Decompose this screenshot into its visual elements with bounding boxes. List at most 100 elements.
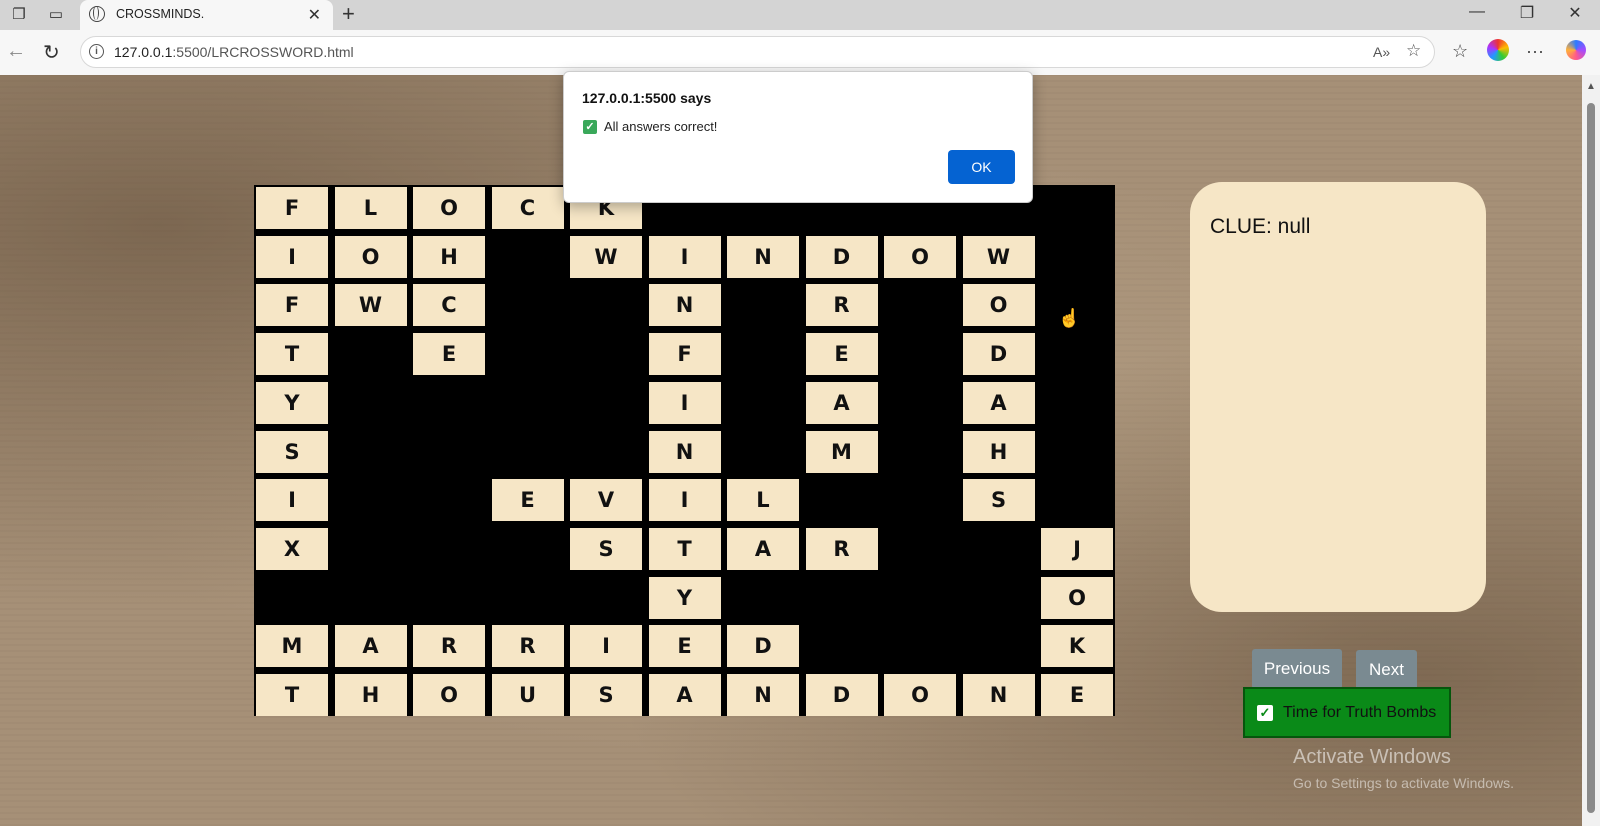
grid-cell[interactable]: Y (256, 381, 328, 424)
grid-cell[interactable]: A (805, 381, 878, 424)
grid-cell[interactable]: I (648, 235, 721, 278)
grid-cell[interactable]: I (570, 625, 642, 668)
grid-cell[interactable]: K (1041, 625, 1113, 668)
tab-actions-icon[interactable]: ▭ (45, 4, 67, 26)
grid-cell[interactable]: E (1041, 674, 1113, 716)
reload-icon[interactable]: ↻ (43, 40, 60, 65)
grid-cell[interactable]: C (491, 187, 564, 229)
grid-cell[interactable]: N (727, 674, 799, 716)
new-tab-icon[interactable]: + (342, 1, 355, 27)
checkbox-icon: ✓ (1257, 705, 1273, 721)
grid-cell[interactable]: R (491, 625, 564, 668)
grid-cell[interactable]: E (491, 479, 564, 522)
grid-cell[interactable]: E (413, 333, 485, 376)
grid-cell[interactable]: H (334, 674, 407, 716)
grid-cell[interactable]: X (256, 527, 328, 570)
scrollbar[interactable]: ▲ (1582, 75, 1600, 826)
grid-cell[interactable]: D (727, 625, 799, 668)
copilot-icon[interactable] (1566, 40, 1586, 60)
checkmark-icon: ✓ (583, 120, 597, 134)
grid-cell[interactable]: O (413, 674, 485, 716)
grid-cell[interactable]: I (648, 479, 721, 522)
grid-cell[interactable]: F (256, 284, 328, 327)
crossword-grid: FLOCKIOHWINDOWFWCNROTEFEDYIAASNMHIEVILSX… (254, 185, 1115, 716)
grid-cell[interactable]: D (805, 235, 878, 278)
grid-cell[interactable]: Y (648, 576, 721, 619)
site-info-icon[interactable]: i (89, 44, 104, 59)
grid-cell[interactable]: N (727, 235, 799, 278)
favorite-star-icon[interactable]: ☆ (1406, 41, 1421, 61)
grid-cell[interactable]: F (648, 333, 721, 376)
grid-cell[interactable]: T (256, 674, 328, 716)
tab-crossminds[interactable]: CROSSMINDS. ✕ (80, 0, 333, 30)
grid-cell[interactable]: R (413, 625, 485, 668)
grid-cell[interactable]: S (962, 479, 1035, 522)
workspaces-icon[interactable]: ❐ (8, 4, 30, 26)
grid-cell[interactable]: W (570, 235, 642, 278)
url-text: 127.0.0.1:5500/LRCROSSWORD.html (114, 44, 354, 60)
grid-cell[interactable]: O (884, 235, 956, 278)
grid-cell[interactable]: O (413, 187, 485, 229)
scroll-up-icon[interactable]: ▲ (1586, 81, 1596, 92)
grid-cell[interactable]: A (727, 527, 799, 570)
back-icon[interactable]: ← (6, 40, 26, 63)
ok-button[interactable]: OK (948, 150, 1015, 184)
close-tab-icon[interactable]: ✕ (308, 5, 321, 25)
grid-cell[interactable]: D (805, 674, 878, 716)
restore-icon[interactable]: ❐ (1512, 3, 1542, 23)
grid-cell[interactable]: O (1041, 576, 1113, 619)
grid-cell[interactable]: N (962, 674, 1035, 716)
grid-cell[interactable]: S (256, 430, 328, 473)
grid-cell[interactable]: E (805, 333, 878, 376)
alert-dialog: 127.0.0.1:5500 says ✓ All answers correc… (563, 71, 1033, 203)
grid-cell[interactable]: L (334, 187, 407, 229)
grid-cell[interactable]: H (413, 235, 485, 278)
grid-cell[interactable]: N (648, 284, 721, 327)
grid-cell[interactable]: I (648, 381, 721, 424)
activate-windows-subtitle: Go to Settings to activate Windows. (1293, 775, 1514, 791)
hand-cursor-icon: ☝ (1058, 308, 1081, 328)
grid-cell[interactable]: U (491, 674, 564, 716)
grid-cell[interactable]: O (962, 284, 1035, 327)
tab-title: CROSSMINDS. (116, 7, 205, 21)
grid-cell[interactable]: O (884, 674, 956, 716)
grid-cell[interactable]: S (570, 527, 642, 570)
minimize-icon[interactable]: — (1462, 3, 1492, 21)
grid-cell[interactable]: A (962, 381, 1035, 424)
grid-cell[interactable]: T (648, 527, 721, 570)
close-window-icon[interactable]: ✕ (1560, 3, 1590, 23)
grid-cell[interactable]: W (962, 235, 1035, 278)
grid-cell[interactable]: D (962, 333, 1035, 376)
truth-bombs-button[interactable]: ✓ Time for Truth Bombs (1243, 687, 1451, 738)
browser-tab-bar: ❐ ▭ CROSSMINDS. ✕ + — ❐ ✕ (0, 0, 1600, 30)
grid-cell[interactable]: S (570, 674, 642, 716)
more-menu-icon[interactable]: ··· (1526, 41, 1544, 62)
read-aloud-icon[interactable]: A» (1373, 44, 1390, 60)
url-input[interactable]: i 127.0.0.1:5500/LRCROSSWORD.html A» ☆ (80, 36, 1435, 68)
favorites-icon[interactable]: ☆ (1452, 41, 1468, 62)
next-button[interactable]: Next (1356, 650, 1417, 690)
grid-cell[interactable]: C (413, 284, 485, 327)
profile-avatar[interactable] (1487, 39, 1509, 61)
grid-cell[interactable]: T (256, 333, 328, 376)
grid-cell[interactable]: I (256, 235, 328, 278)
previous-button[interactable]: Previous (1252, 649, 1342, 689)
grid-cell[interactable]: R (805, 284, 878, 327)
grid-cell[interactable]: H (962, 430, 1035, 473)
grid-cell[interactable]: F (256, 187, 328, 229)
grid-cell[interactable]: L (727, 479, 799, 522)
grid-cell[interactable]: R (805, 527, 878, 570)
grid-cell[interactable]: E (648, 625, 721, 668)
grid-cell[interactable]: M (256, 625, 328, 668)
scrollbar-thumb[interactable] (1587, 103, 1595, 813)
grid-cell[interactable]: N (648, 430, 721, 473)
grid-cell[interactable]: O (334, 235, 407, 278)
grid-cell[interactable]: A (648, 674, 721, 716)
grid-cell[interactable]: W (334, 284, 407, 327)
grid-cell[interactable]: J (1041, 527, 1113, 570)
activate-windows-title: Activate Windows (1293, 746, 1451, 768)
grid-cell[interactable]: M (805, 430, 878, 473)
grid-cell[interactable]: I (256, 479, 328, 522)
grid-cell[interactable]: A (334, 625, 407, 668)
grid-cell[interactable]: V (570, 479, 642, 522)
